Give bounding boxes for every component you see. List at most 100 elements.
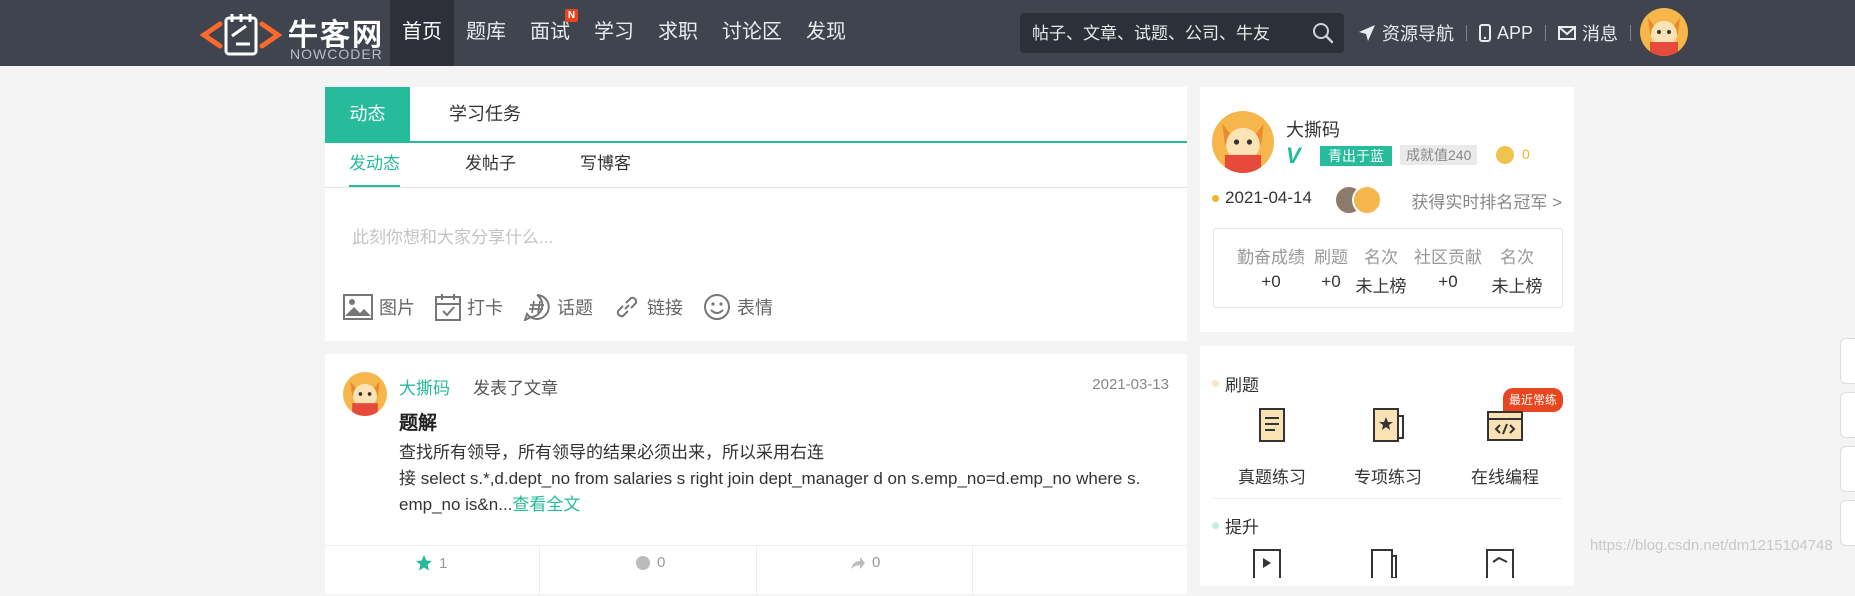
stat-value: +0 (1321, 272, 1341, 291)
dot-icon (1212, 522, 1219, 529)
share-count: 0 (872, 554, 881, 571)
divider (1630, 25, 1632, 41)
rank-link[interactable]: 获得实时排名冠军 > (1411, 188, 1562, 213)
feed-action-text: 发表了文章 (473, 379, 558, 398)
topic-label: 话题 (557, 298, 593, 318)
profile-card: 大撕码 V 青出于蓝 成就值240 0 2021-04-14 获得实时排名冠军 … (1200, 87, 1574, 332)
share-button[interactable]: 0 (850, 554, 880, 571)
tab-study-tasks[interactable]: 学习任务 (435, 87, 535, 141)
level-badge: V 青出于蓝 (1286, 143, 1392, 168)
section-label: 刷题 (1225, 376, 1259, 395)
stat-rank-2: 名次 未上榜 (1486, 243, 1548, 297)
subtab-post-update[interactable]: 发动态 (349, 143, 400, 187)
brand-name-en: NOWCODER (290, 46, 383, 62)
composer-subtabs: 发动态 发帖子 写博客 (325, 143, 1187, 188)
excerpt-line: 查找所有领导，所有领导的结果必须出来，所以采用右连 (399, 443, 824, 462)
stat-rank: 名次 未上榜 (1352, 243, 1410, 297)
phone-icon (1479, 24, 1491, 42)
author-name-link[interactable]: 大撕码 (399, 374, 450, 399)
section-title-practice: 刷题 (1212, 371, 1259, 396)
divider (972, 546, 973, 596)
book-icon (1371, 549, 1397, 578)
excerpt-line: 接 select s.*,d.dept_no from salaries s r… (399, 469, 1141, 488)
float-toolbar-button[interactable] (1840, 446, 1855, 492)
nav-item-home[interactable]: 首页 (390, 0, 454, 66)
nav-label: 首页 (402, 21, 442, 43)
stat-label: 社区贡献 (1414, 248, 1482, 267)
comment-button[interactable]: 0 (635, 554, 665, 571)
float-toolbar-button[interactable] (1840, 500, 1855, 546)
fox-avatar-icon (350, 381, 380, 416)
online-coding[interactable]: 在线编程 (1455, 406, 1555, 488)
float-toolbar-button[interactable] (1840, 338, 1855, 384)
nav-label: 学习 (594, 21, 634, 43)
stat-value: 未上榜 (1491, 277, 1543, 296)
nav-label: 题库 (466, 21, 506, 43)
real-exam-practice[interactable]: 真题练习 (1222, 406, 1322, 488)
divider (539, 546, 540, 596)
feed-title[interactable]: 题解 (399, 408, 437, 435)
profile-name[interactable]: 大撕码 (1286, 116, 1340, 142)
emoji-button[interactable]: 表情 (703, 293, 773, 321)
stat-value: +0 (1261, 272, 1281, 291)
divider (756, 546, 757, 596)
stat-value: 未上榜 (1355, 277, 1407, 296)
user-avatar[interactable] (1640, 8, 1688, 56)
like-button[interactable]: 1 (415, 554, 447, 572)
star-icon (416, 555, 432, 571)
tab-feed[interactable]: 动态 (325, 87, 410, 141)
topic-practice[interactable]: 专项练习 (1338, 406, 1438, 488)
practice-label: 在线编程 (1471, 468, 1539, 487)
practice-card: 刷题 最近常练 真题练习 专项练习 在线编程 提升 (1200, 346, 1574, 586)
achievement-score: 成就值240 (1400, 145, 1478, 165)
read-more-link[interactable]: 查看全文 (512, 495, 580, 514)
code-window-icon (1487, 411, 1523, 441)
composer-card: 动态 学习任务 发动态 发帖子 写博客 图片 打卡 话题 链接 表情 (325, 87, 1187, 341)
checkin-button[interactable]: 打卡 (435, 293, 503, 321)
composer-input[interactable] (350, 207, 1164, 269)
section-title-improve: 提升 (1212, 513, 1259, 538)
nav-item-discover[interactable]: 发现 (794, 0, 858, 66)
nav-label: 发现 (806, 21, 846, 43)
stat-label: 名次 (1500, 248, 1534, 267)
document-icon (1259, 408, 1285, 442)
star-book-icon (1373, 408, 1404, 442)
subtab-post-thread[interactable]: 发帖子 (465, 143, 516, 187)
vip-mark-icon: V (1286, 143, 1301, 168)
nav-label: 讨论区 (722, 21, 782, 43)
practice-label: 真题练习 (1238, 468, 1306, 487)
friend-avatar[interactable] (1352, 185, 1382, 215)
composer-tabs: 动态 学习任务 (325, 87, 1187, 143)
divider (1466, 25, 1467, 41)
nav-item-jobs[interactable]: 求职 (646, 0, 710, 66)
mail-icon (1558, 26, 1577, 40)
float-toolbar-button[interactable] (1840, 392, 1855, 438)
app-link[interactable]: APP (1479, 23, 1533, 44)
nav-item-discuss[interactable]: 讨论区 (710, 0, 794, 66)
stat-value: +0 (1438, 272, 1458, 291)
excerpt-line-last: emp_no is&n...查看全文 (399, 492, 1169, 518)
stat-label: 勤奋成绩 (1237, 248, 1305, 267)
profile-avatar[interactable] (1212, 111, 1274, 173)
share-icon (851, 556, 865, 569)
image-label: 图片 (379, 298, 415, 318)
date-text: 2021-04-14 (1225, 188, 1312, 207)
search-icon[interactable] (1312, 22, 1334, 44)
logo[interactable]: 牛客网 NOWCODER (200, 6, 385, 62)
search-input[interactable] (1030, 18, 1304, 50)
author-avatar[interactable] (343, 372, 387, 416)
nav-item-question-bank[interactable]: 题库 (454, 0, 518, 66)
link-button[interactable]: 链接 (613, 293, 683, 321)
subtab-write-blog[interactable]: 写博客 (580, 143, 631, 187)
like-count: 1 (439, 554, 448, 572)
main-nav: 首页 题库 面试 N 学习 求职 讨论区 发现 (390, 0, 858, 66)
nav-item-study[interactable]: 学习 (582, 0, 646, 66)
hashtag-icon (523, 294, 550, 321)
topic-button[interactable]: 话题 (523, 293, 593, 321)
calendar-check-icon (435, 294, 461, 321)
resources-link[interactable]: 资源导航 (1358, 20, 1454, 46)
watermark: https://blog.csdn.net/dm1215104748 (1590, 537, 1833, 554)
image-button[interactable]: 图片 (343, 293, 415, 321)
messages-link[interactable]: 消息 (1558, 20, 1618, 46)
nav-item-interview[interactable]: 面试 N (518, 0, 582, 66)
